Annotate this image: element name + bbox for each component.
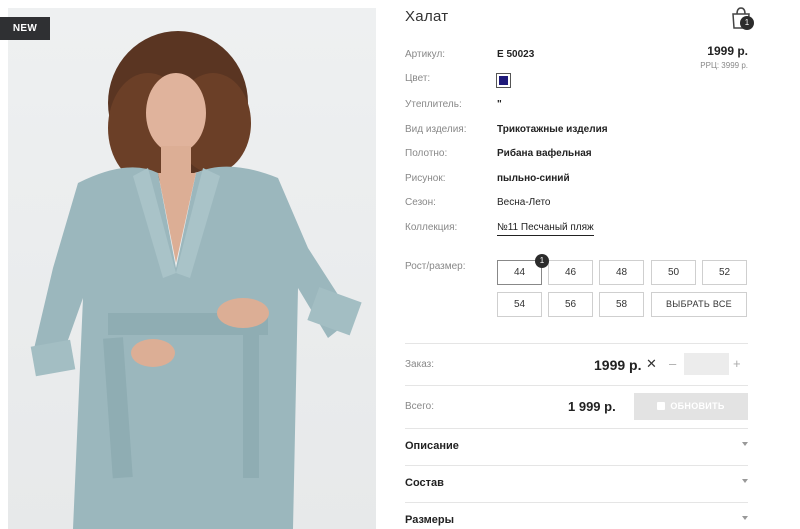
spec-label-article: Артикул: [405,49,446,60]
size-button-54[interactable]: 54 [497,292,542,317]
total-value: 1 999 р. [568,399,616,414]
update-button[interactable]: ОБНОВИТЬ [634,393,748,420]
recommended-price: РРЦ: 3999 р. [700,61,748,70]
accordion-sizes[interactable]: Размеры [405,514,748,529]
chevron-down-icon [742,516,748,520]
total-label: Всего: [405,401,434,412]
spec-value-article: Е 50023 [497,49,535,60]
size-button-58[interactable]: 58 [599,292,644,317]
spec-label-fabric: Полотно: [405,148,448,159]
accordion-description-label: Описание [405,440,459,452]
spec-label-insulation: Утеплитель: [405,99,462,110]
accordion-composition-label: Состав [405,477,444,489]
spec-label-type: Вид изделия: [405,124,467,135]
size-button-46[interactable]: 46 [548,260,593,285]
size-button-56[interactable]: 56 [548,292,593,317]
divider [405,428,748,429]
divider [405,343,748,344]
spec-label-season: Сезон: [405,197,436,208]
divider [405,502,748,503]
spec-value-season: Весна-Лето [497,197,551,208]
product-title: Халат [405,8,449,25]
divider [405,465,748,466]
spec-label-collection: Коллекция: [405,222,458,233]
model-illustration [30,31,362,529]
color-swatch[interactable] [496,73,511,88]
increase-quantity-button[interactable]: + [733,356,741,371]
update-button-label: ОБНОВИТЬ [670,401,725,411]
spec-label-color: Цвет: [405,73,431,84]
order-label: Заказ: [405,359,435,370]
new-badge: NEW [0,17,50,40]
cart-count-badge: 1 [740,16,754,30]
order-price: 1999 р. [594,357,642,373]
accordion-sizes-label: Размеры [405,514,455,526]
spec-label-pattern: Рисунок: [405,173,446,184]
times-icon: ✕ [646,356,657,371]
spec-value-insulation: " [497,99,502,110]
spec-value-type: Трикотажные изделия [497,124,608,135]
accordion-composition[interactable]: Состав [405,477,748,497]
quantity-input[interactable] [684,353,729,375]
bag-icon [657,402,666,410]
decrease-quantity-button[interactable]: – [669,356,676,371]
chevron-down-icon [742,479,748,483]
spec-value-fabric: Рибана вафельная [497,148,592,159]
size-button-48[interactable]: 48 [599,260,644,285]
accordion-description[interactable]: Описание [405,440,748,460]
size-button-52[interactable]: 52 [702,260,747,285]
product-price: 1999 р. [707,44,748,58]
size-label: Рост/размер: [405,261,466,272]
select-all-sizes-button[interactable]: ВЫБРАТЬ ВСЕ [651,292,747,317]
collection-link[interactable]: №11 Песчаный пляж [497,222,594,236]
color-swatch-fill [499,76,508,85]
size-selected-badge: 1 [535,254,549,268]
chevron-down-icon [742,442,748,446]
spec-value-pattern: пыльно-синий [497,173,570,184]
divider [405,385,748,386]
product-photo [8,8,376,529]
size-button-50[interactable]: 50 [651,260,696,285]
